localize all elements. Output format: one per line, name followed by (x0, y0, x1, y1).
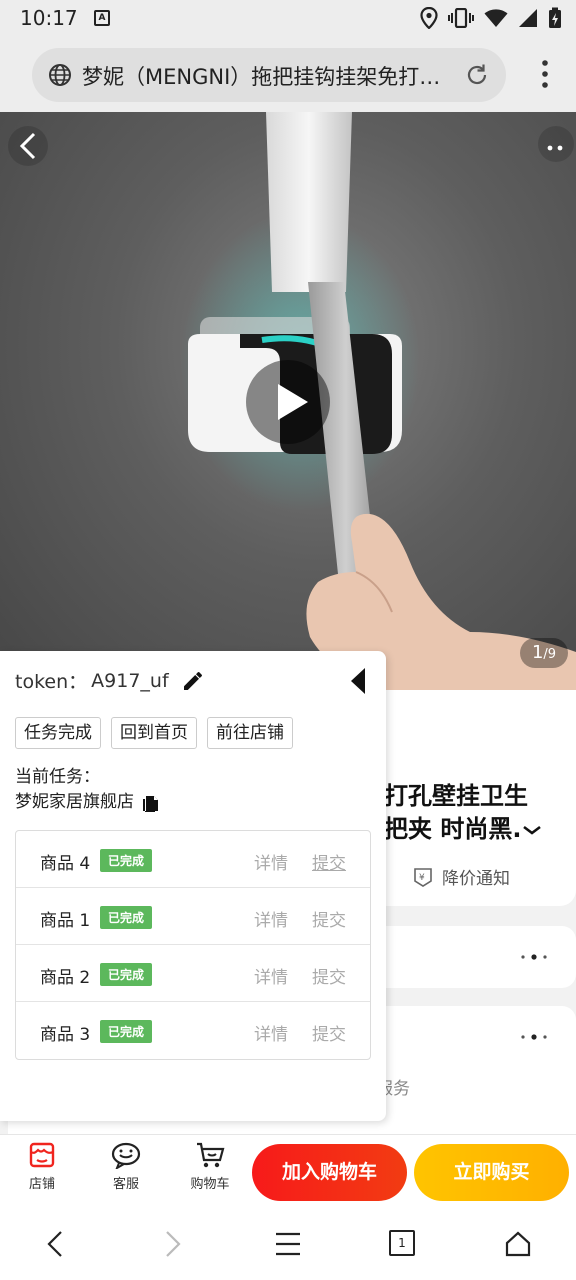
back-home-button[interactable]: 回到首页 (111, 717, 197, 749)
play-video-icon[interactable] (245, 359, 331, 445)
current-task-label: 当前任务： (15, 767, 100, 787)
vibrate-icon (448, 8, 474, 28)
reload-icon[interactable] (464, 62, 490, 88)
product-name: 商品 1 (40, 911, 91, 931)
table-row: 商品 3 已完成 详情 提交 (16, 1002, 370, 1059)
wifi-icon (484, 9, 508, 27)
price-tag-icon: ¥ (414, 867, 432, 887)
nav-back-icon[interactable] (44, 1230, 68, 1258)
detail-link[interactable]: 详情 (254, 963, 288, 988)
detail-link[interactable]: 详情 (254, 1020, 288, 1045)
product-name: 商品 3 (40, 1025, 91, 1045)
status-icons (420, 6, 562, 30)
detail-link[interactable]: 详情 (254, 849, 288, 874)
panel-actions: 任务完成 回到首页 前往店铺 (15, 717, 293, 749)
price-drop-notice[interactable]: ¥ 降价通知 (412, 864, 510, 889)
tabs-button[interactable]: 1 (389, 1230, 415, 1256)
nav-forward-icon[interactable] (160, 1230, 184, 1258)
table-row: 商品 2 已完成 详情 提交 (16, 945, 370, 1002)
price-notice-label: 降价通知 (442, 869, 510, 889)
submit-link[interactable]: 提交 (312, 963, 346, 988)
service-label: 客服 (112, 1177, 139, 1192)
status-badge: 已完成 (100, 906, 153, 929)
expand-chevron-icon[interactable] (521, 823, 543, 837)
signal-icon (519, 9, 537, 27)
cart-button[interactable]: 购物车 (180, 1141, 240, 1192)
customer-service-button[interactable]: 客服 (96, 1141, 156, 1192)
product-title-line2: 把夹 时尚黑. (384, 815, 522, 843)
more-options-icon[interactable] (538, 126, 574, 162)
back-icon[interactable] (8, 126, 48, 166)
status-time: 10:17 (20, 6, 78, 30)
image-counter: 1/9 (520, 638, 568, 668)
status-bar: 10:17 A (0, 0, 576, 38)
copy-icon[interactable] (140, 793, 160, 813)
product-title-line1: 打孔壁挂卫生 (384, 782, 528, 810)
cart-label: 购物车 (190, 1177, 230, 1192)
product-title: 打孔壁挂卫生 把夹 时尚黑. (384, 780, 574, 846)
browser-menu-icon[interactable] (542, 60, 548, 88)
product-name: 商品 2 (40, 968, 91, 988)
more-dots-icon[interactable] (520, 954, 548, 960)
location-icon (420, 7, 438, 29)
product-name: 商品 4 (40, 854, 91, 874)
status-badge: 已完成 (100, 963, 153, 986)
image-counter-total: /9 (543, 647, 557, 662)
edit-pencil-icon[interactable] (181, 669, 205, 693)
cart-icon (197, 1142, 225, 1168)
task-complete-button[interactable]: 任务完成 (15, 717, 101, 749)
task-table: 商品 4 已完成 详情 提交 商品 1 已完成 详情 提交 商品 2 已完成 详… (15, 830, 371, 1060)
submit-link[interactable]: 提交 (312, 849, 346, 874)
svg-text:¥: ¥ (419, 873, 425, 883)
notification-icon: A (94, 10, 110, 26)
more-dots-icon[interactable] (520, 1034, 548, 1040)
go-to-shop-button[interactable]: 前往店铺 (207, 717, 293, 749)
browser-nav-bar: 1 (0, 1210, 576, 1280)
chat-icon (111, 1142, 141, 1169)
page-title[interactable]: 梦妮（MENGNI）拖把挂钩挂架免打孔壁挂卫生间拖把夹 (82, 61, 452, 91)
status-badge: 已完成 (100, 1020, 153, 1043)
battery-charging-icon (549, 7, 561, 28)
globe-icon (49, 64, 71, 86)
add-to-cart-button[interactable]: 加入购物车 (252, 1144, 407, 1201)
token-label: token： (15, 671, 88, 693)
token-value: A917_uf (91, 669, 169, 692)
task-panel: token： A917_uf 任务完成 回到首页 前往店铺 当前任务： 梦妮家居… (0, 651, 386, 1121)
current-task-shop: 梦妮家居旗舰店 (15, 792, 134, 812)
buy-now-button[interactable]: 立即购买 (414, 1144, 569, 1201)
product-image-carousel[interactable]: 1/9 (0, 112, 576, 690)
table-row: 商品 4 已完成 详情 提交 (16, 831, 370, 888)
current-task: 当前任务： 梦妮家居旗舰店 (15, 765, 160, 815)
collapse-panel-icon[interactable] (350, 667, 366, 695)
browser-toolbar: 梦妮（MENGNI）拖把挂钩挂架免打孔壁挂卫生间拖把夹 (0, 38, 576, 112)
submit-link[interactable]: 提交 (312, 906, 346, 931)
address-bar[interactable]: 梦妮（MENGNI）拖把挂钩挂架免打孔壁挂卫生间拖把夹 (32, 48, 506, 102)
image-counter-current: 1 (531, 642, 544, 663)
shop-button[interactable]: 店铺 (12, 1141, 72, 1192)
nav-menu-icon[interactable] (274, 1230, 302, 1258)
table-row: 商品 1 已完成 详情 提交 (16, 888, 370, 945)
submit-link[interactable]: 提交 (312, 1020, 346, 1045)
shop-label: 店铺 (28, 1177, 55, 1192)
shop-icon (29, 1142, 55, 1168)
detail-link[interactable]: 详情 (254, 906, 288, 931)
status-badge: 已完成 (100, 849, 153, 872)
token-row: token： A917_uf (15, 667, 205, 694)
nav-home-icon[interactable] (504, 1230, 532, 1258)
bottom-action-bar: 店铺 客服 购物车 加入购物车 立即购买 (0, 1134, 576, 1210)
